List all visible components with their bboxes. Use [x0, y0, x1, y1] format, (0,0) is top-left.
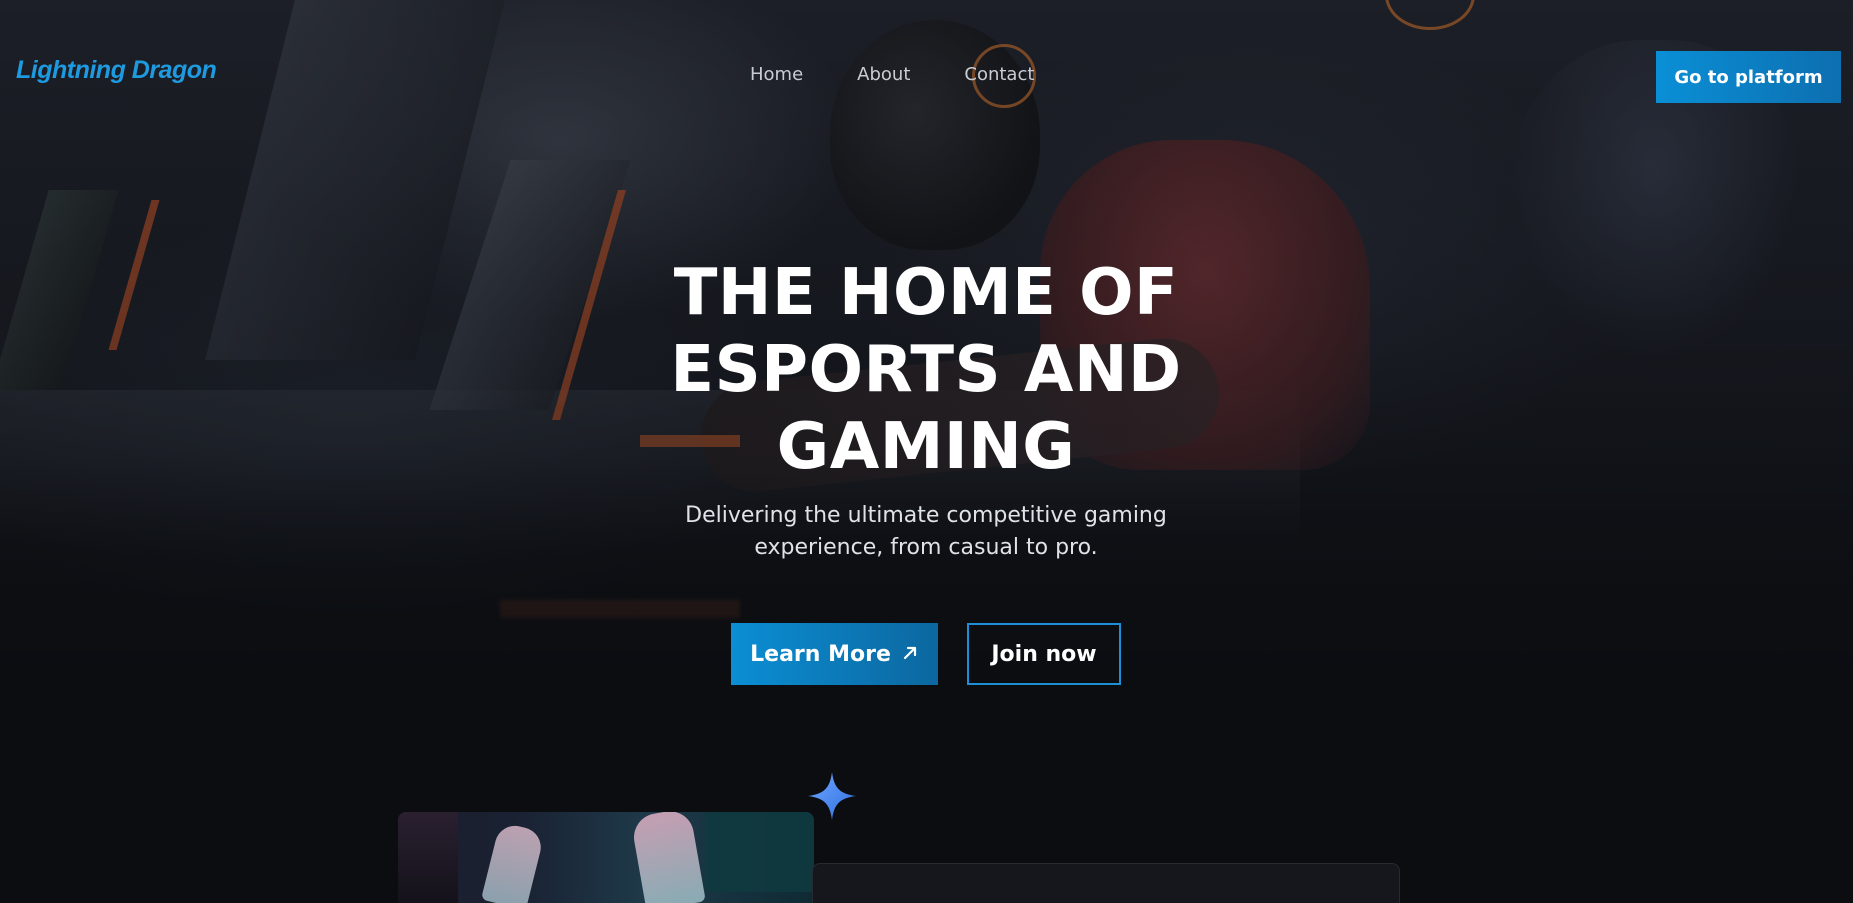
hero-subtitle-line: Delivering the ultimate competitive gami…	[685, 503, 1167, 528]
go-to-platform-button[interactable]: Go to platform	[1656, 51, 1841, 103]
feature-image-arm	[630, 812, 706, 903]
feature-image-arm	[481, 821, 545, 903]
brand-logo[interactable]: Lightning Dragon	[16, 56, 217, 85]
hero-actions: Learn More Join now	[731, 623, 1121, 685]
hero-title: THE HOME OF ESPORTS AND GAMING	[626, 255, 1226, 486]
navbar: Lightning Dragon Home About Contact Go t…	[0, 0, 1853, 150]
feature-card	[812, 863, 1400, 903]
learn-more-label: Learn More	[750, 641, 891, 667]
hero-subtitle: Delivering the ultimate competitive gami…	[626, 500, 1226, 564]
nav-links: Home About Contact	[750, 64, 1034, 85]
sparkle-icon	[806, 770, 858, 822]
feature-image-stage	[398, 812, 458, 903]
hero-subtitle-line: experience, from casual to pro.	[754, 535, 1098, 560]
nav-link-home[interactable]: Home	[750, 64, 803, 85]
feature-image-panel	[706, 812, 814, 892]
nav-link-contact[interactable]: Contact	[964, 64, 1034, 85]
hero-title-line: GAMING	[776, 410, 1076, 484]
nav-link-about[interactable]: About	[857, 64, 910, 85]
feature-image	[398, 812, 814, 903]
hero-title-line: THE HOME OF	[673, 256, 1179, 330]
landing-page: Lightning Dragon Home About Contact Go t…	[0, 0, 1853, 903]
learn-more-button[interactable]: Learn More	[731, 623, 938, 685]
join-now-button[interactable]: Join now	[967, 623, 1121, 685]
arrow-up-right-icon	[901, 644, 919, 665]
hero-title-line: ESPORTS AND	[670, 333, 1182, 407]
